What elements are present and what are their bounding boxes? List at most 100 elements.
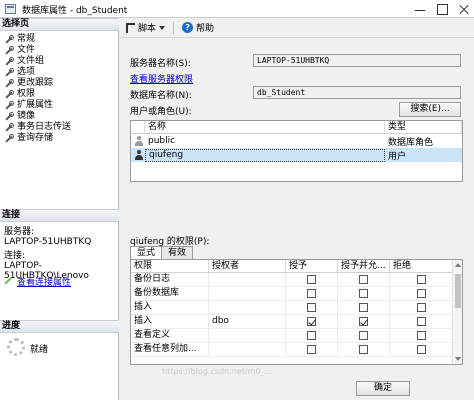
permission-deny-cell <box>390 342 454 357</box>
icon-column-header <box>131 121 145 133</box>
tab-effective[interactable]: 有效 <box>161 246 194 259</box>
column-header-deny[interactable]: 拒绝 <box>390 260 454 272</box>
page-item-label: 更改跟踪 <box>17 78 54 88</box>
server-label: 服务器: <box>4 227 35 237</box>
page-item-filegroups[interactable]: 文件组 <box>0 56 119 67</box>
user-name-cell: qiufeng <box>145 148 385 162</box>
wrench-icon <box>4 101 14 110</box>
page-item-query-store[interactable]: 查询存储 <box>0 133 119 144</box>
page-item-label: 镜像 <box>17 111 36 121</box>
permission-grantor-cell <box>209 286 286 301</box>
page-item-options[interactable]: 选项 <box>0 67 119 78</box>
permission-with-grant-cell <box>338 272 390 287</box>
users-roles-grid[interactable]: 名称 类型 public 数据库角色 qiufeng 用户 <box>130 120 463 182</box>
column-header-with-grant[interactable]: 授予并允... <box>338 260 390 272</box>
permission-name-cell: 备份日志 <box>131 272 209 287</box>
column-header-name[interactable]: 名称 <box>145 121 385 133</box>
deny-checkbox[interactable] <box>417 275 426 284</box>
title-bar: 数据库属性 - db_Student <box>0 0 474 18</box>
view-connection-properties-link[interactable]: 查看连接属性 <box>4 275 71 288</box>
permission-row[interactable]: 查看任意列加... <box>131 342 462 357</box>
deny-checkbox[interactable] <box>417 345 426 354</box>
page-item-label: 查询存储 <box>17 133 54 143</box>
permission-row[interactable]: 插入 dbo <box>131 314 462 329</box>
permission-deny-cell <box>390 314 454 329</box>
permission-name-cell: 备份数据库 <box>131 286 209 301</box>
database-name-field[interactable]: db_Student <box>253 86 461 99</box>
permissions-grid-header: 权限 授权者 授予 授予并允... 拒绝 <box>131 260 462 273</box>
help-button[interactable]: ? 帮助 <box>182 21 214 34</box>
page-item-mirroring[interactable]: 镜像 <box>0 111 119 122</box>
script-button[interactable]: 脚本 <box>126 21 166 34</box>
search-button[interactable]: 搜索(E)... <box>399 102 461 117</box>
toolbar: 脚本 ? 帮助 <box>120 18 474 38</box>
page-item-label: 文件 <box>17 45 36 55</box>
grant-checkbox[interactable] <box>307 303 316 312</box>
grant-checkbox[interactable] <box>307 289 316 298</box>
deny-checkbox[interactable] <box>417 303 426 312</box>
page-item-log-shipping[interactable]: 事务日志传送 <box>0 122 119 133</box>
deny-checkbox[interactable] <box>417 317 426 326</box>
scroll-down-icon[interactable] <box>455 357 461 361</box>
page-item-permissions[interactable]: 权限 <box>0 89 119 100</box>
with-grant-checkbox[interactable] <box>359 317 368 326</box>
with-grant-checkbox[interactable] <box>359 331 368 340</box>
user-row-qiufeng[interactable]: qiufeng 用户 <box>131 148 462 162</box>
window-title: 数据库属性 - db_Student <box>22 6 128 16</box>
permission-grant-cell <box>286 328 338 343</box>
permission-deny-cell <box>390 300 454 315</box>
permission-row[interactable]: 查看定义 <box>131 328 462 343</box>
page-item-extended-properties[interactable]: 扩展属性 <box>0 100 119 111</box>
ok-button[interactable]: 确定 <box>356 381 410 396</box>
wrench-icon <box>4 68 14 77</box>
grant-checkbox[interactable] <box>307 317 316 326</box>
permission-grant-cell <box>286 272 338 287</box>
permissions-tabs: 显式 有效 <box>130 246 194 260</box>
server-name-label: 服务器名称(S): <box>130 59 191 69</box>
grant-checkbox[interactable] <box>307 275 316 284</box>
user-row-public[interactable]: public 数据库角色 <box>131 134 462 148</box>
scroll-thumb[interactable] <box>455 274 461 308</box>
grant-checkbox[interactable] <box>307 331 316 340</box>
select-page-header: 选择页 <box>0 18 119 31</box>
scroll-up-icon[interactable] <box>455 263 461 267</box>
wrench-icon <box>4 134 14 143</box>
deny-checkbox[interactable] <box>417 331 426 340</box>
column-header-grant[interactable]: 授予 <box>286 260 338 272</box>
icon-cell <box>131 148 145 162</box>
page-item-change-tracking[interactable]: 更改跟踪 <box>0 78 119 89</box>
database-name-label: 数据库名称(N): <box>130 91 192 101</box>
permission-row[interactable]: 备份数据库 <box>131 286 462 301</box>
connection-properties-icon <box>4 277 13 286</box>
permissions-scrollbar[interactable] <box>452 260 462 364</box>
permissions-grid[interactable]: 权限 授权者 授予 授予并允... 拒绝 备份日志 备份数据库 插入 插入 dbo 查看定… <box>130 259 463 365</box>
maximize-icon[interactable] <box>436 3 448 15</box>
database-properties-icon <box>5 4 16 14</box>
grant-checkbox[interactable] <box>307 345 316 354</box>
tab-explicit[interactable]: 显式 <box>130 246 163 260</box>
column-header-grantor[interactable]: 授权者 <box>209 260 286 272</box>
close-icon[interactable] <box>458 3 470 15</box>
wrench-icon <box>4 79 14 88</box>
with-grant-checkbox[interactable] <box>359 289 368 298</box>
permission-with-grant-cell <box>338 314 390 329</box>
permission-row[interactable]: 备份日志 <box>131 272 462 287</box>
permission-deny-cell <box>390 272 454 287</box>
help-icon: ? <box>182 22 194 33</box>
permission-row[interactable]: 插入 <box>131 300 462 315</box>
page-item-general[interactable]: 常规 <box>0 34 119 45</box>
permission-grantor-cell <box>209 272 286 287</box>
column-header-type[interactable]: 类型 <box>385 121 462 133</box>
database-role-icon <box>135 136 143 146</box>
permission-with-grant-cell <box>338 342 390 357</box>
deny-checkbox[interactable] <box>417 289 426 298</box>
minimize-icon[interactable] <box>414 3 426 15</box>
view-server-permissions-link[interactable]: 查看服务器权限 <box>130 72 193 85</box>
page-item-files[interactable]: 文件 <box>0 45 119 56</box>
with-grant-checkbox[interactable] <box>359 345 368 354</box>
column-header-permission[interactable]: 权限 <box>131 260 209 272</box>
page-list: 常规 文件 文件组 选项 更改跟踪 权限 扩展属性 镜像 事务日志传送 查询存储 <box>0 34 119 144</box>
server-name-field[interactable]: LAPTOP-51UHBTKQ <box>253 54 461 67</box>
with-grant-checkbox[interactable] <box>359 275 368 284</box>
with-grant-checkbox[interactable] <box>359 303 368 312</box>
